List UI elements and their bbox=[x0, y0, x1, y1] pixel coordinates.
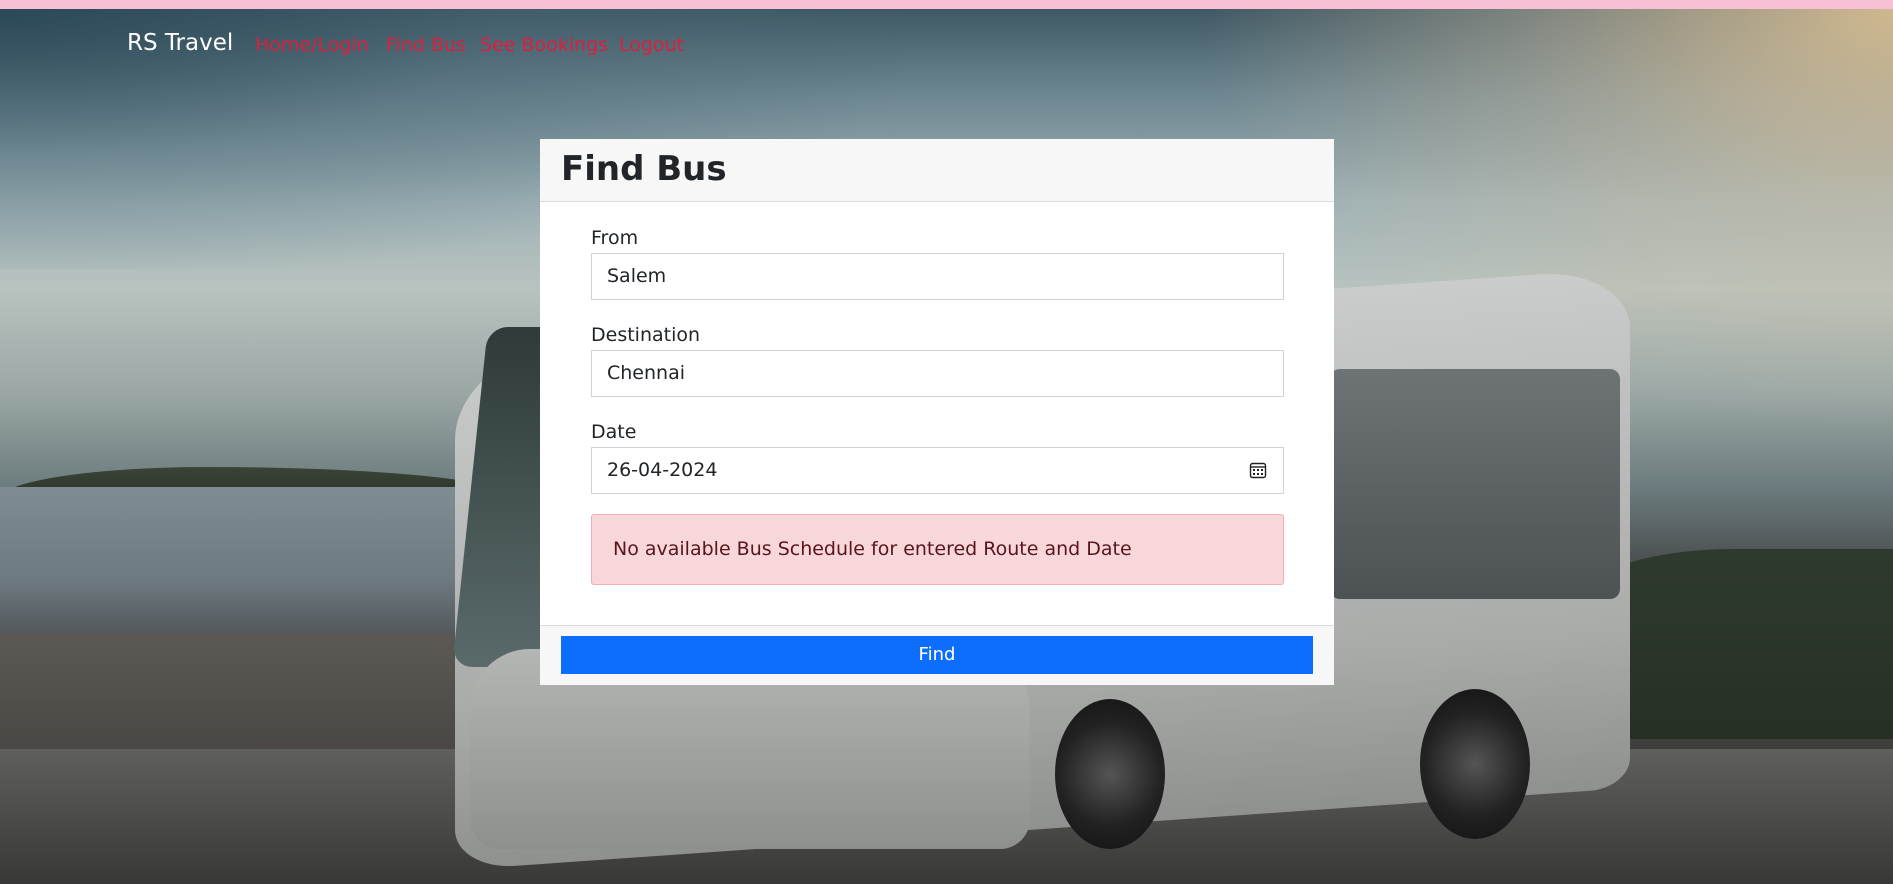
card-footer: Find bbox=[540, 625, 1334, 685]
find-button[interactable]: Find bbox=[561, 636, 1313, 674]
from-input[interactable]: Salem bbox=[591, 253, 1284, 300]
brand-link[interactable]: RS Travel bbox=[127, 30, 233, 56]
card-header: Find Bus bbox=[540, 139, 1334, 202]
navbar: RS Travel Home/Login Find Bus See Bookin… bbox=[0, 26, 1893, 66]
nav-home-login-link[interactable]: Home/Login bbox=[255, 34, 369, 56]
date-input[interactable]: 26-04-2024 bbox=[591, 447, 1284, 494]
nav-logout-link[interactable]: Logout bbox=[619, 34, 684, 56]
from-label: From bbox=[591, 227, 639, 249]
calendar-icon[interactable] bbox=[1249, 461, 1267, 479]
nav-find-bus-link[interactable]: Find Bus bbox=[386, 34, 466, 56]
find-bus-card: Find Bus From Salem Destination Chennai … bbox=[540, 139, 1334, 685]
destination-label: Destination bbox=[591, 324, 701, 346]
date-value: 26-04-2024 bbox=[607, 459, 718, 481]
destination-input[interactable]: Chennai bbox=[591, 350, 1284, 397]
card-title: Find Bus bbox=[561, 149, 727, 189]
top-accent-strip bbox=[0, 0, 1893, 9]
nav-see-bookings-link[interactable]: See Bookings bbox=[480, 34, 608, 56]
no-schedule-alert: No available Bus Schedule for entered Ro… bbox=[591, 514, 1284, 585]
date-label: Date bbox=[591, 421, 637, 443]
